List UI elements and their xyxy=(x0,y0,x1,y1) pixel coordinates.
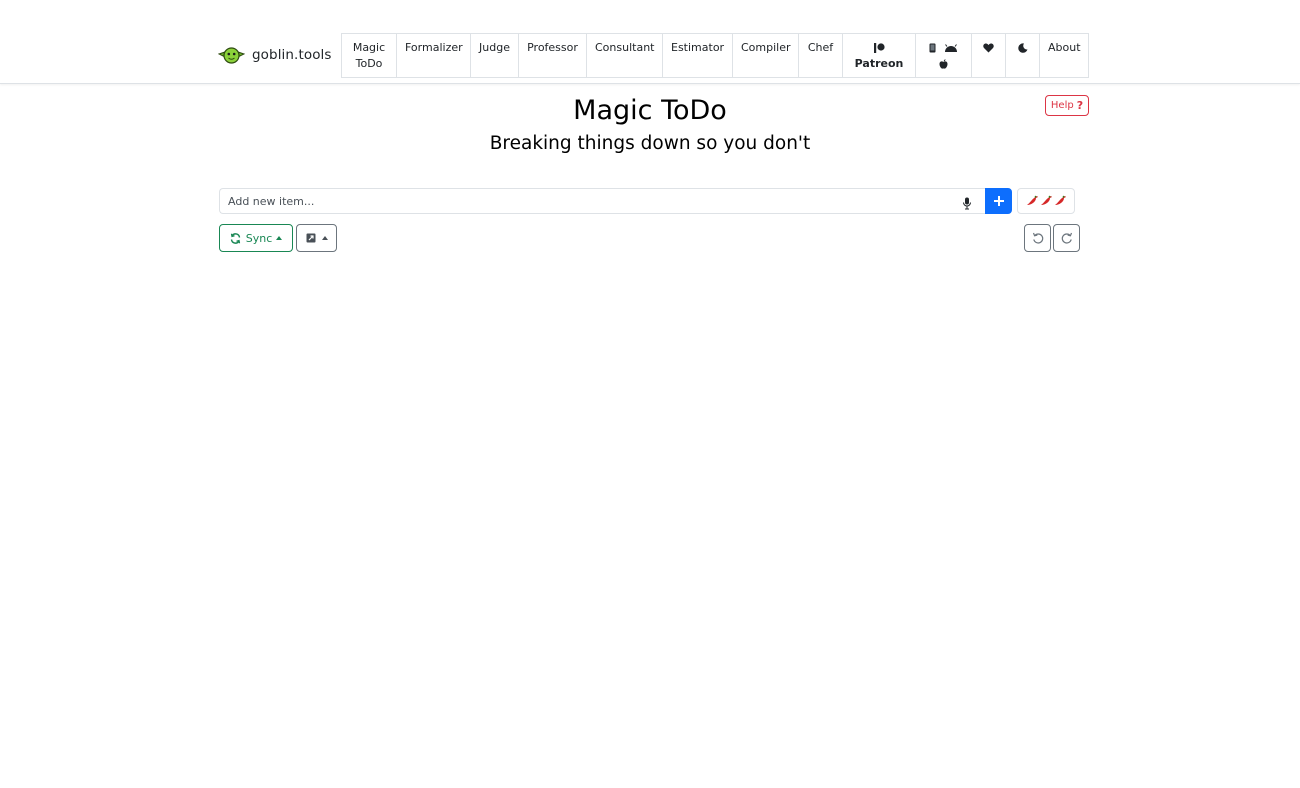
microphone-icon[interactable] xyxy=(962,195,972,210)
caret-up-icon xyxy=(276,236,283,240)
tab-label: Formalizer xyxy=(405,41,463,54)
redo-icon xyxy=(1061,232,1072,244)
sync-icon xyxy=(230,232,240,244)
tab-label: Estimator xyxy=(671,41,725,54)
tab-label: Consultant xyxy=(595,41,655,54)
spiciness-button[interactable] xyxy=(1017,188,1075,214)
tab-patreon[interactable]: Patreon xyxy=(842,33,916,78)
tab-consultant[interactable]: Consultant xyxy=(586,33,663,78)
new-item-group xyxy=(219,188,1012,214)
tab-label: Compiler xyxy=(741,41,791,54)
chili-pepper-icon xyxy=(1027,195,1038,205)
question-mark-icon: ? xyxy=(1076,99,1084,112)
tab-label: ToDo xyxy=(355,57,383,70)
help-button[interactable]: Help ? xyxy=(1045,95,1089,116)
tool-tabs: Magic ToDo Formalizer Judge Professor Co… xyxy=(341,33,1089,78)
redo-button[interactable] xyxy=(1053,224,1080,252)
page-subtitle: Breaking things down so you don't xyxy=(489,133,811,154)
plus-icon xyxy=(993,196,1004,206)
tab-label: About xyxy=(1048,41,1081,54)
tab-professor[interactable]: Professor xyxy=(518,33,587,78)
moon-icon xyxy=(1014,40,1031,56)
caret-up-icon xyxy=(321,236,328,240)
sync-dropdown-button[interactable]: Sync xyxy=(219,224,293,252)
new-item-input[interactable] xyxy=(219,188,985,214)
tab-estimator[interactable]: Estimator xyxy=(662,33,733,78)
app-icons-row xyxy=(924,40,963,56)
tab-chef[interactable]: Chef xyxy=(798,33,843,78)
top-navbar: goblin.tools Magic ToDo Formalizer Judge… xyxy=(0,0,1300,84)
page-header: Magic ToDo Breaking things down so you d… xyxy=(0,92,1300,158)
undo-button[interactable] xyxy=(1024,224,1051,252)
tab-label: Chef xyxy=(807,41,834,54)
brand-link[interactable]: goblin.tools xyxy=(218,45,332,65)
phone-icon xyxy=(929,43,936,53)
help-label: Help xyxy=(1050,100,1074,111)
goblin-face-icon xyxy=(218,47,245,64)
chili-pepper-icons xyxy=(1025,195,1067,207)
tab-label: Patreon xyxy=(854,57,904,70)
chili-pepper-icon xyxy=(1055,195,1066,205)
tab-label: Magic xyxy=(352,41,386,54)
tab-theme-toggle[interactable] xyxy=(1005,33,1040,78)
tab-magic-todo[interactable]: Magic ToDo xyxy=(341,33,397,78)
tab-judge[interactable]: Judge xyxy=(470,33,519,78)
tab-about[interactable]: About xyxy=(1039,33,1089,78)
tab-label: Judge xyxy=(479,41,510,54)
page-title: Magic ToDo xyxy=(573,95,727,126)
tab-mobile-apps[interactable] xyxy=(915,33,972,78)
chili-pepper-icon xyxy=(1041,195,1052,205)
sync-label: Sync xyxy=(245,231,273,245)
apple-icon xyxy=(924,56,963,72)
android-icon xyxy=(945,44,958,52)
brand-name: goblin.tools xyxy=(252,47,332,63)
tab-formalizer[interactable]: Formalizer xyxy=(396,33,471,78)
export-dropdown-button[interactable] xyxy=(296,224,337,252)
tab-support[interactable] xyxy=(971,33,1006,78)
add-item-button[interactable] xyxy=(985,188,1012,214)
undo-icon xyxy=(1032,232,1043,244)
heart-icon xyxy=(980,40,997,56)
export-icon xyxy=(306,233,315,243)
tab-label: Professor xyxy=(527,41,578,54)
tab-compiler[interactable]: Compiler xyxy=(732,33,799,78)
patreon-icon xyxy=(851,40,907,56)
